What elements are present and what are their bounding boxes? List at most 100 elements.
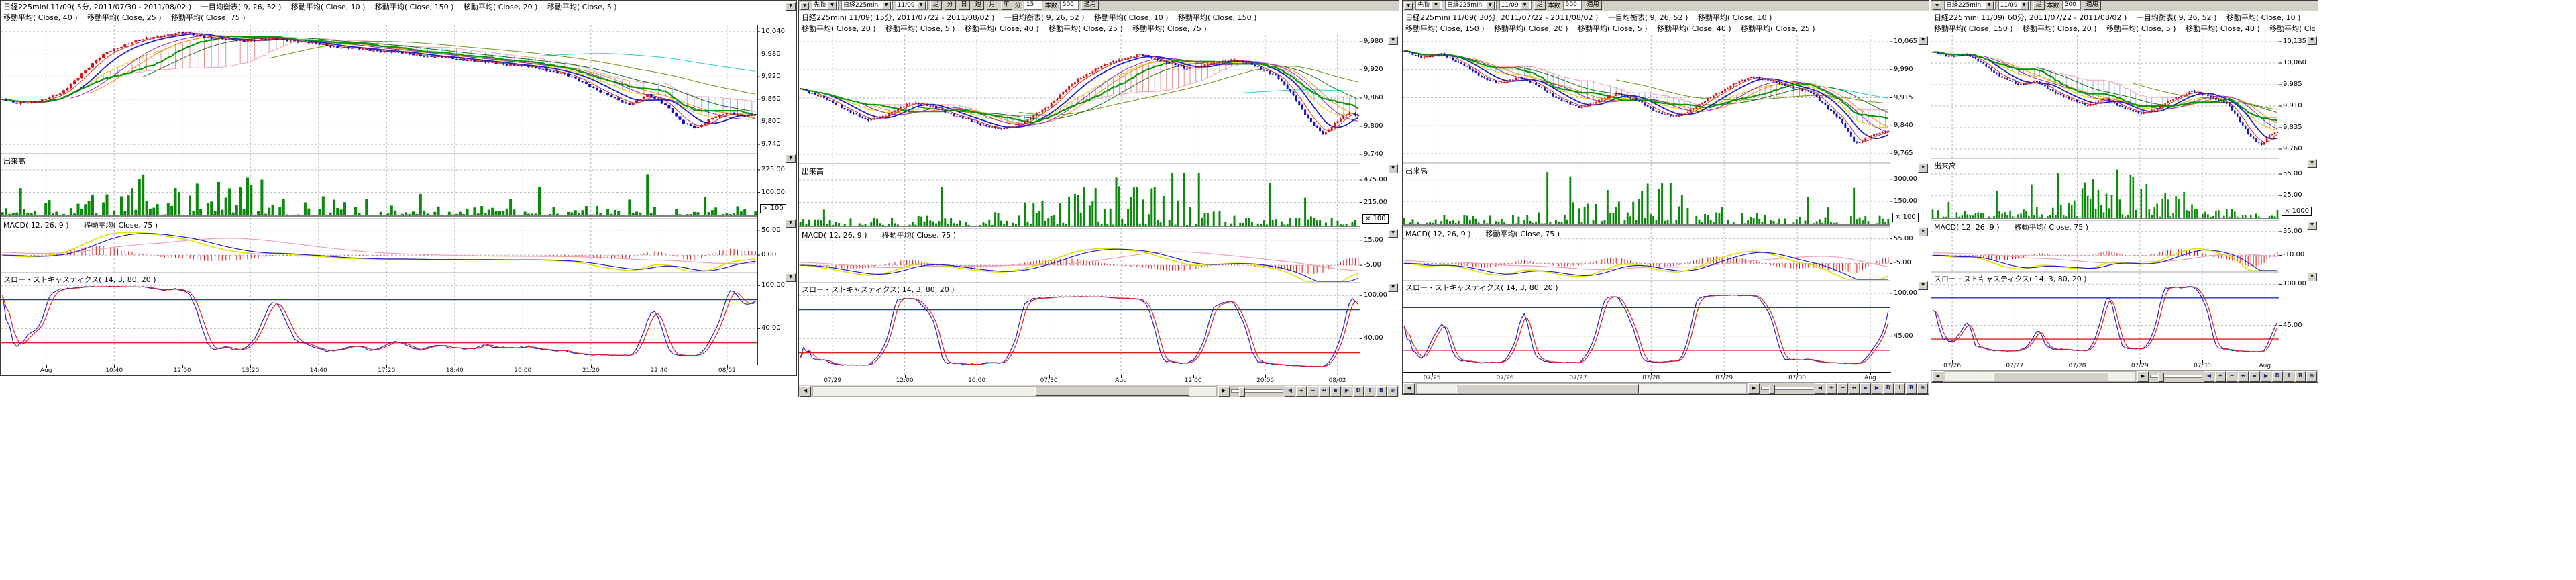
section-collapse-button[interactable]: ▼ [786,2,796,11]
bar-type-button[interactable]: 足 [930,1,942,10]
volume-scale-badge: × 1000 [2282,207,2312,216]
symbol-select[interactable]: 日経225mini▼ [1445,1,1497,10]
chart-nav-button-5[interactable]: ▶ [1872,383,1882,394]
chart-nav-button-1[interactable]: + [1826,383,1837,394]
chart-nav-button-6[interactable]: D [2272,371,2283,382]
section-collapse-button[interactable]: ▼ [786,154,796,163]
chart-nav-button-6[interactable]: D [1353,386,1364,397]
chart-area[interactable]: 10,0659,9909,9159,8409,765300.00150.00× … [1403,35,1929,372]
chart-nav-button-3[interactable]: ↔ [1849,383,1860,394]
section-collapse-button[interactable]: ▼ [1388,229,1398,238]
apply-button[interactable]: 適用 [2084,1,2101,10]
zoom-slider-handle[interactable] [2158,373,2164,382]
chart-nav-button-7[interactable]: I [1364,386,1375,397]
scrollbar-thumb[interactable] [1035,387,1189,396]
horizontal-scrollbar[interactable]: ◀ ▶ ◀+−↔▪▶DIB⊕ [799,385,1399,397]
category-select[interactable]: 先物▼ [812,1,839,10]
category-select[interactable]: 先物▼ [1415,1,1442,10]
chart-nav-button-9[interactable]: ⊕ [1387,386,1398,397]
chart-nav-button-5[interactable]: ▶ [1342,386,1352,397]
section-collapse-button[interactable]: ▼ [2307,36,2317,45]
section-collapse-button[interactable]: ▼ [1388,164,1398,173]
dropdown-arrow-icon[interactable]: ▼ [800,2,809,10]
period-minute-button[interactable]: 分 [945,1,956,10]
horizontal-scrollbar[interactable]: ◀ ▶ ◀+−↔▪▶DIB⊕ [1931,370,2318,382]
chart-nav-button-7[interactable]: I [2284,371,2294,382]
scrollbar-track[interactable] [812,386,1217,397]
horizontal-scrollbar[interactable]: ◀ ▶ ◀+−↔▪▶DIB⊕ [1403,382,1929,394]
section-collapse-button[interactable]: ▼ [1918,228,1928,236]
section-collapse-button[interactable]: ▼ [786,273,796,282]
period-weekly-button[interactable]: 週 [973,1,984,10]
chart-nav-button-0[interactable]: ◀ [1815,383,1825,394]
tick-value-input[interactable]: 15 [1024,1,1042,10]
section-collapse-button[interactable]: ▼ [1388,283,1398,292]
scroll-left-button[interactable]: ◀ [800,386,811,397]
period-monthly-button[interactable]: 月 [987,1,998,10]
period-yearly-button[interactable]: 年 [1001,1,1012,10]
section-collapse-button[interactable]: ▼ [786,219,796,228]
chart-nav-button-8[interactable]: B [1376,386,1387,397]
chart-nav-button-4[interactable]: ▪ [2249,371,2260,382]
chart-nav-button-0[interactable]: ◀ [2204,371,2214,382]
zoom-slider-handle[interactable] [1769,385,1775,394]
bar-type-button[interactable]: 足 [1534,1,1546,10]
scrollbar-track[interactable] [1945,371,2136,382]
chart-nav-button-9[interactable]: ⊕ [2306,371,2317,382]
macd-axis-label: 0.00 [761,251,776,258]
scroll-left-button[interactable]: ◀ [1932,371,1943,382]
chart-nav-button-6[interactable]: D [1883,383,1894,394]
scroll-right-button[interactable]: ▶ [1218,386,1230,397]
chart-area[interactable]: 9,9809,9209,8609,8009,740475.00215.00× 1… [799,35,1399,375]
chart-nav-button-0[interactable]: ◀ [1285,386,1295,397]
chart-nav-button-9[interactable]: ⊕ [1917,383,1928,394]
scroll-right-button[interactable]: ▶ [2137,371,2149,382]
chart-nav-button-8[interactable]: B [1906,383,1917,394]
zoom-slider[interactable] [1761,384,1813,393]
zoom-slider[interactable] [1231,387,1283,396]
apply-button[interactable]: 適用 [1585,1,1602,10]
section-collapse-button[interactable]: ▼ [1918,36,1928,45]
contract-select[interactable]: 11/09▼ [1998,1,2031,10]
chart-nav-button-3[interactable]: ↔ [2238,371,2249,382]
chart-nav-button-2[interactable]: − [1837,383,1848,394]
dropdown-arrow-icon[interactable]: ▼ [1933,2,1941,10]
symbol-select[interactable]: 日経225mini▼ [841,1,893,10]
bars-count-input[interactable]: 500 [1060,1,1079,10]
chart-nav-button-5[interactable]: ▶ [2261,371,2271,382]
chart-area[interactable]: 10,13510,0609,9859,9109,8359,76055.0025.… [1931,35,2318,360]
scroll-left-button[interactable]: ◀ [1403,383,1415,394]
contract-select[interactable]: 11/09▼ [896,1,928,10]
symbol-select[interactable]: 日経225mini▼ [1944,1,1996,10]
scroll-right-button[interactable]: ▶ [1748,383,1760,394]
period-daily-button[interactable]: 日 [959,1,970,10]
chart-nav-button-4[interactable]: ▪ [1860,383,1871,394]
zoom-slider-handle[interactable] [1239,387,1245,397]
dropdown-arrow-icon[interactable]: ▼ [1404,2,1413,10]
zoom-slider[interactable] [2150,372,2202,381]
scrollbar-track[interactable] [1416,383,1747,394]
volume-axis-label: 150.00 [1894,197,1917,205]
chart-nav-button-7[interactable]: I [1894,383,1905,394]
bars-count-input[interactable]: 500 [1563,1,1582,10]
bar-type-button[interactable]: 足 [2033,1,2045,10]
section-collapse-button[interactable]: ▼ [1918,281,1928,290]
chart-nav-button-2[interactable]: − [1307,386,1318,397]
scrollbar-thumb[interactable] [1993,372,2108,381]
bars-count-input[interactable]: 500 [2062,1,2081,10]
apply-button[interactable]: 適用 [1081,1,1099,10]
section-collapse-button[interactable]: ▼ [2307,273,2317,281]
chart-nav-button-4[interactable]: ▪ [1330,386,1341,397]
section-collapse-button[interactable]: ▼ [2307,159,2317,168]
section-collapse-button[interactable]: ▼ [1388,36,1398,45]
chart-nav-button-1[interactable]: + [1296,386,1307,397]
chart-nav-button-1[interactable]: + [2215,371,2226,382]
chart-nav-button-3[interactable]: ↔ [1319,386,1330,397]
scrollbar-thumb[interactable] [1456,384,1639,393]
section-collapse-button[interactable]: ▼ [1918,164,1928,173]
section-collapse-button[interactable]: ▼ [2307,221,2317,230]
chart-nav-button-2[interactable]: − [2226,371,2237,382]
chart-area[interactable]: 10,0409,9809,9209,8609,8009,740225.00100… [1,25,796,365]
chart-nav-button-8[interactable]: B [2295,371,2306,382]
contract-select[interactable]: 11/09▼ [1499,1,1532,10]
